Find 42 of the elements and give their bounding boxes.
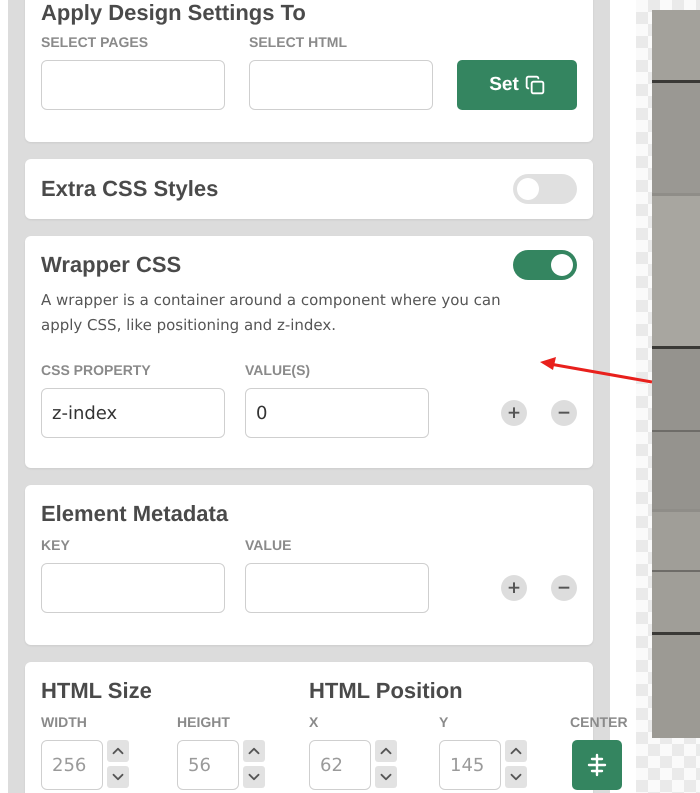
field-label: CENTER: [570, 714, 628, 730]
decrement-button[interactable]: [243, 766, 265, 788]
remove-button[interactable]: −: [551, 575, 577, 601]
increment-button[interactable]: [243, 740, 265, 762]
set-button[interactable]: Set: [457, 60, 577, 110]
css-property-field[interactable]: z-index: [41, 388, 225, 438]
toggle-switch[interactable]: [513, 174, 577, 204]
field-label: WIDTH: [41, 714, 88, 730]
select-field[interactable]: [249, 60, 433, 110]
decrement-button[interactable]: [505, 766, 527, 788]
increment-button[interactable]: [107, 740, 129, 762]
select-field[interactable]: [41, 60, 225, 110]
section-title: Element Metadata: [41, 501, 230, 527]
increment-button[interactable]: [505, 740, 527, 762]
css-value-field[interactable]: 0: [245, 388, 429, 438]
field-label: SELECT PAGES: [41, 34, 150, 50]
column-label: VALUE(S): [245, 362, 312, 378]
add-button[interactable]: +: [501, 575, 527, 601]
value-field[interactable]: [245, 563, 429, 613]
section-title: Wrapper CSS: [41, 252, 182, 278]
field-label: Y: [439, 714, 450, 730]
remove-button[interactable]: −: [551, 400, 577, 426]
column-label: KEY: [41, 537, 71, 553]
decrement-button[interactable]: [107, 766, 129, 788]
toggle-switch[interactable]: [513, 250, 577, 280]
key-field[interactable]: [41, 563, 225, 613]
field-label: X: [309, 714, 320, 730]
description-text: A wrapper is a container around a component where you can apply CSS, like positioning and z-index.: [41, 290, 502, 336]
increment-button[interactable]: [375, 740, 397, 762]
align-center-icon: [586, 753, 608, 777]
add-button[interactable]: +: [501, 400, 527, 426]
section-title: Apply Design Settings To: [41, 0, 307, 26]
section-title: HTML Position: [309, 678, 464, 704]
section-title: HTML Size: [41, 678, 153, 704]
column-label: VALUE: [245, 537, 292, 553]
copy-icon: [524, 75, 545, 95]
field-label: HEIGHT: [177, 714, 231, 730]
field-label: SELECT HTML: [249, 34, 348, 50]
column-label: CSS PROPERTY: [41, 362, 152, 378]
center-button[interactable]: [572, 740, 622, 790]
section-title: Extra CSS Styles: [41, 176, 218, 202]
decrement-button[interactable]: [375, 766, 397, 788]
